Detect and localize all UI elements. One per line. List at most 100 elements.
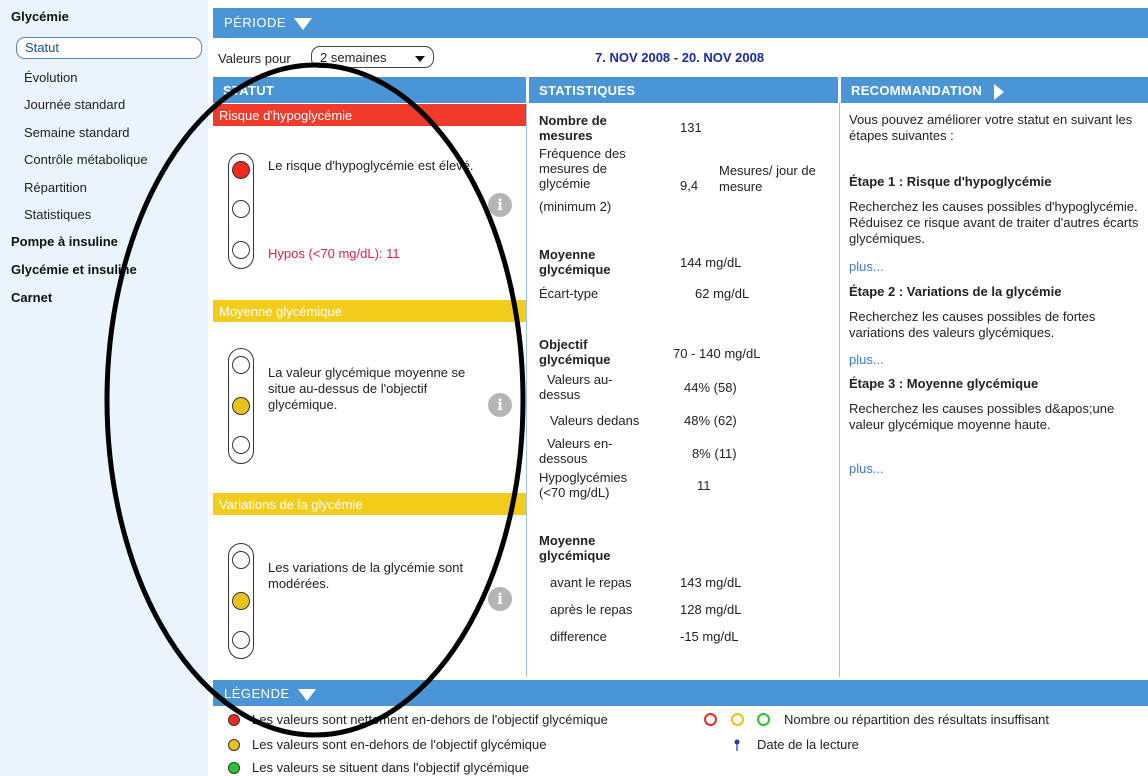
info-icon[interactable]: i: [488, 587, 512, 611]
stat-after-value: 128 mg/dL: [680, 602, 742, 617]
sidebar: Glycémie Statut Évolution Journée standa…: [0, 0, 208, 776]
stat-below-value: 8% (11): [692, 446, 737, 461]
legend-red-dot: [228, 714, 240, 726]
stat-above-label: Valeurs au-dessus: [539, 372, 613, 402]
stat-within-value: 48% (62): [684, 413, 737, 428]
stat-below-label: Valeurs en-dessous: [539, 436, 613, 466]
band-glycemia-variation: Variations de la glycémie: [213, 493, 526, 515]
band-mean-glycemia: Moyenne glycémique: [213, 300, 526, 322]
values-row: Valeurs pour 2 semaines 7. NOV 2008 - 20…: [213, 44, 1148, 71]
sidebar-item-semaine-standard[interactable]: Semaine standard: [24, 125, 130, 140]
period-title: PÉRIODE: [224, 15, 287, 30]
legend-yellow-text: Les valeurs sont en-dehors de l'objectif…: [252, 737, 547, 752]
stat-diff-value: -15 mg/dL: [680, 629, 739, 644]
stat-freq-unit: Mesures/ jour de mesure: [719, 163, 816, 194]
stat-target-value: 70 - 140 mg/dL: [673, 346, 761, 361]
band-hypo-risk: Risque d'hypoglycémie: [213, 104, 526, 126]
rec-step1-text: Recherchez les causes possibles d'hypogl…: [849, 199, 1139, 246]
legend-bar[interactable]: LÉGENDE: [213, 680, 1148, 706]
rec-intro: Vous pouvez améliorer votre statut en su…: [849, 112, 1133, 143]
stat-mean2-label: Moyenne glycémique: [539, 533, 611, 563]
legend-red-ring: [704, 713, 717, 726]
stat-before-label: avant le repas: [550, 575, 632, 590]
light-yellow-on: [232, 397, 250, 415]
stat-count-value: 131: [680, 120, 702, 135]
traffic-light-mean: [228, 348, 254, 464]
traffic-light-variation: [228, 543, 254, 659]
sidebar-item-journee-standard[interactable]: Journée standard: [24, 97, 125, 112]
sidebar-item-controle-metabolique[interactable]: Contrôle métabolique: [24, 152, 148, 167]
legend-red-text: Les valeurs sont nettement en-dehors de …: [252, 712, 608, 727]
sidebar-section-glycemie[interactable]: Glycémie: [11, 9, 69, 24]
period-select[interactable]: 2 semaines: [311, 46, 434, 68]
stat-sd-value: 62 mg/dL: [695, 286, 750, 301]
mean-status-text: La valeur glycémique moyenne se situe au…: [268, 365, 466, 412]
light-off: [232, 436, 250, 454]
sidebar-item-repartition[interactable]: Répartition: [24, 180, 87, 195]
info-icon[interactable]: i: [488, 193, 512, 217]
stat-mean-label: Moyenne glycémique: [539, 247, 611, 277]
sidebar-item-statistiques[interactable]: Statistiques: [24, 207, 91, 222]
chevron-down-icon[interactable]: [297, 688, 316, 701]
sidebar-section-glycemie-insuline[interactable]: Glycémie et insuline: [11, 262, 137, 277]
rec-step3-title: Étape 3 : Moyenne glycémique: [849, 376, 1039, 391]
stat-sd-label: Écart-type: [539, 286, 599, 301]
column-header-recommendation[interactable]: RECOMMANDATION: [841, 77, 1148, 103]
column-header-status-label: STATUT: [223, 83, 275, 98]
chevron-right-icon[interactable]: [994, 83, 1005, 100]
stat-mean-value: 144 mg/dL: [680, 255, 742, 270]
stat-within-label: Valeurs dedans: [550, 413, 640, 428]
stat-diff-label: difference: [550, 629, 607, 644]
sidebar-item-evolution[interactable]: Évolution: [24, 70, 77, 85]
stat-freq-label: Fréquence des mesures de glycémie: [539, 146, 626, 191]
date-range: 7. NOV 2008 - 20. NOV 2008: [595, 50, 765, 65]
light-yellow-on: [232, 592, 250, 610]
traffic-light-hypo: [228, 153, 254, 269]
rec-step2-title: Étape 2 : Variations de la glycémie: [849, 284, 1062, 299]
column-header-status: STATUT: [213, 77, 526, 103]
rec-step3-more-link[interactable]: plus...: [849, 461, 1141, 477]
legend-insufficient-text: Nombre ou répartition des résultats insu…: [784, 712, 1049, 727]
hypo-count-text: Hypos (<70 mg/dL): 11: [268, 246, 400, 261]
stat-above-value: 44% (58): [684, 380, 737, 395]
stat-freq-min: (minimum 2): [539, 199, 612, 214]
rec-step2-text: Recherchez les causes possibles de forte…: [849, 309, 1096, 340]
sidebar-item-statut[interactable]: Statut: [16, 37, 202, 59]
light-off: [232, 551, 250, 569]
stat-before-value: 143 mg/dL: [680, 575, 742, 590]
light-off: [232, 631, 250, 649]
light-off: [232, 241, 250, 259]
period-select-value: 2 semaines: [320, 50, 387, 65]
sidebar-section-carnet[interactable]: Carnet: [11, 290, 52, 305]
rec-step1-title: Étape 1 : Risque d'hypoglycémie: [849, 174, 1052, 189]
rec-step2-more-link[interactable]: plus...: [849, 352, 1141, 368]
info-icon[interactable]: i: [488, 393, 512, 417]
stat-hypo-label: Hypoglycémies (<70 mg/dL): [539, 470, 628, 500]
stat-freq-value: 9,4: [680, 178, 699, 193]
variation-status-text: Les variations de la glycémie sont modér…: [268, 560, 464, 591]
legend-green-dot: [228, 762, 240, 774]
chevron-down-icon[interactable]: [294, 17, 313, 30]
legend-yellow-ring: [731, 713, 744, 726]
light-off: [232, 356, 250, 374]
light-red-on: [232, 161, 250, 179]
rec-step3-text: Recherchez les causes possibles d&apos;u…: [849, 401, 1115, 432]
column-header-recommendation-label: RECOMMANDATION: [851, 83, 983, 98]
values-for-label: Valeurs pour: [218, 51, 291, 66]
legend-green-text: Les valeurs se situent dans l'objectif g…: [252, 760, 530, 775]
column-header-stats: STATISTIQUES: [529, 77, 838, 103]
hypo-status-text: Le risque d'hypoglycémie est élevé.: [268, 158, 474, 173]
light-off: [232, 200, 250, 218]
legend-reading-date-text: Date de la lecture: [757, 737, 859, 752]
stat-after-label: après le repas: [550, 602, 633, 617]
rec-step1-more-link[interactable]: plus...: [849, 259, 1141, 275]
stat-count-label: Nombre de mesures: [539, 113, 607, 143]
legend-yellow-dot: [228, 739, 240, 751]
period-bar[interactable]: PÉRIODE: [213, 8, 1148, 38]
reading-date-pin-icon: [734, 739, 740, 751]
stat-hypo-value: 11: [697, 478, 711, 493]
dropdown-arrow-icon: [415, 56, 425, 62]
stat-target-label: Objectif glycémique: [539, 337, 611, 367]
sidebar-section-pompe[interactable]: Pompe à insuline: [11, 234, 118, 249]
legend-green-ring: [757, 713, 770, 726]
